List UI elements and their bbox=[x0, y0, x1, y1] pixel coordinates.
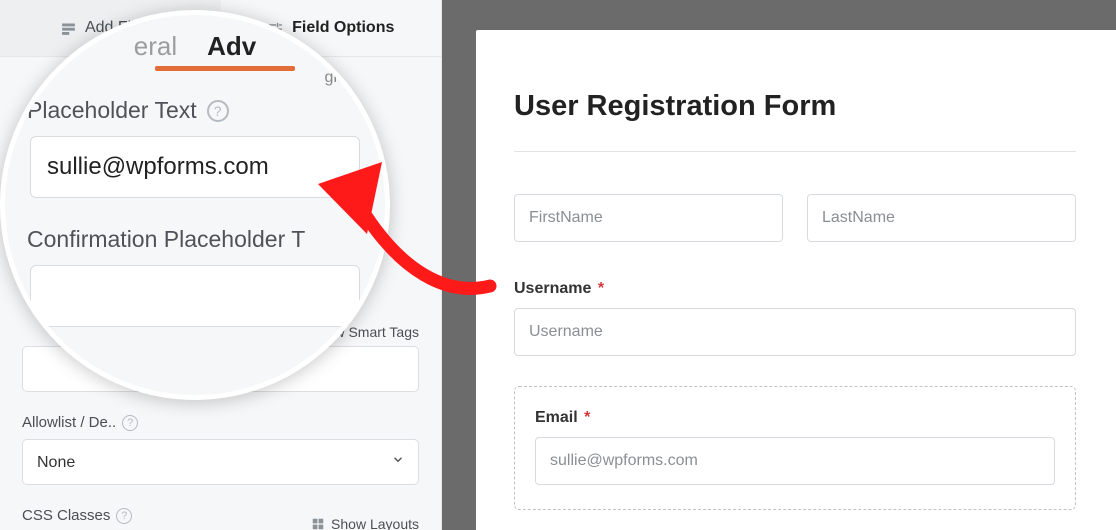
add-fields-icon bbox=[60, 20, 77, 37]
last-name-input[interactable] bbox=[807, 194, 1076, 242]
magnifier-tab-general: eral bbox=[134, 31, 177, 62]
form-preview: User Registration Form Username * bbox=[476, 30, 1116, 530]
sidebar: Add Fields Field Options x how Smart Tag… bbox=[0, 0, 442, 530]
tab-field-options-label: Field Options bbox=[292, 19, 394, 37]
allowlist-denylist-select[interactable]: None bbox=[22, 439, 419, 485]
username-label: Username * bbox=[514, 280, 1076, 298]
allowlist-denylist-label: Allowlist / De.. ? bbox=[22, 414, 419, 431]
magnifier-subtabs: eral Adv bbox=[134, 21, 256, 66]
magnifier-confirmation-label: Confirmation Placeholder T bbox=[5, 226, 305, 253]
help-icon[interactable]: ? bbox=[122, 415, 138, 431]
username-input[interactable] bbox=[514, 308, 1076, 356]
magnifier-placeholder-label-text: Placeholder Text bbox=[27, 97, 197, 124]
required-asterisk: * bbox=[598, 280, 604, 297]
allowlist-denylist-group: Allowlist / De.. ? None bbox=[22, 414, 419, 485]
form-divider bbox=[514, 151, 1076, 152]
email-field-selected[interactable]: Email * bbox=[514, 386, 1076, 510]
layouts-icon bbox=[311, 517, 325, 530]
name-field-row bbox=[514, 194, 1076, 242]
magnifier-placeholder-label: Placeholder Text ? bbox=[5, 97, 229, 124]
magnifier-tab-advanced: Adv bbox=[207, 31, 256, 62]
email-label-text: Email bbox=[535, 409, 578, 426]
help-icon: ? bbox=[207, 100, 229, 122]
required-asterisk: * bbox=[584, 409, 590, 426]
username-label-text: Username bbox=[514, 280, 591, 297]
form-title: User Registration Form bbox=[514, 90, 1076, 123]
magnifier-overlay: eral Adv gic Placeholder Text ? Confirma… bbox=[0, 10, 390, 400]
email-input[interactable] bbox=[535, 437, 1055, 485]
css-classes-group: CSS Classes ? Show Layouts bbox=[22, 507, 419, 530]
form-preview-area: User Registration Form Username * bbox=[442, 0, 1116, 530]
show-layouts-label: Show Layouts bbox=[331, 516, 419, 530]
allowlist-denylist-label-text: Allowlist / De.. bbox=[22, 414, 116, 431]
magnifier-confirmation-input bbox=[30, 265, 360, 327]
magnifier-placeholder-input bbox=[30, 136, 360, 198]
magnifier-tab-underline bbox=[155, 66, 295, 71]
username-field: Username * bbox=[514, 280, 1076, 356]
email-label: Email * bbox=[535, 409, 1055, 427]
css-classes-label-text: CSS Classes bbox=[22, 507, 110, 524]
help-icon[interactable]: ? bbox=[116, 508, 132, 524]
css-classes-label: CSS Classes ? bbox=[22, 507, 132, 524]
show-layouts-link[interactable]: Show Layouts bbox=[311, 516, 419, 530]
first-name-input[interactable] bbox=[514, 194, 783, 242]
